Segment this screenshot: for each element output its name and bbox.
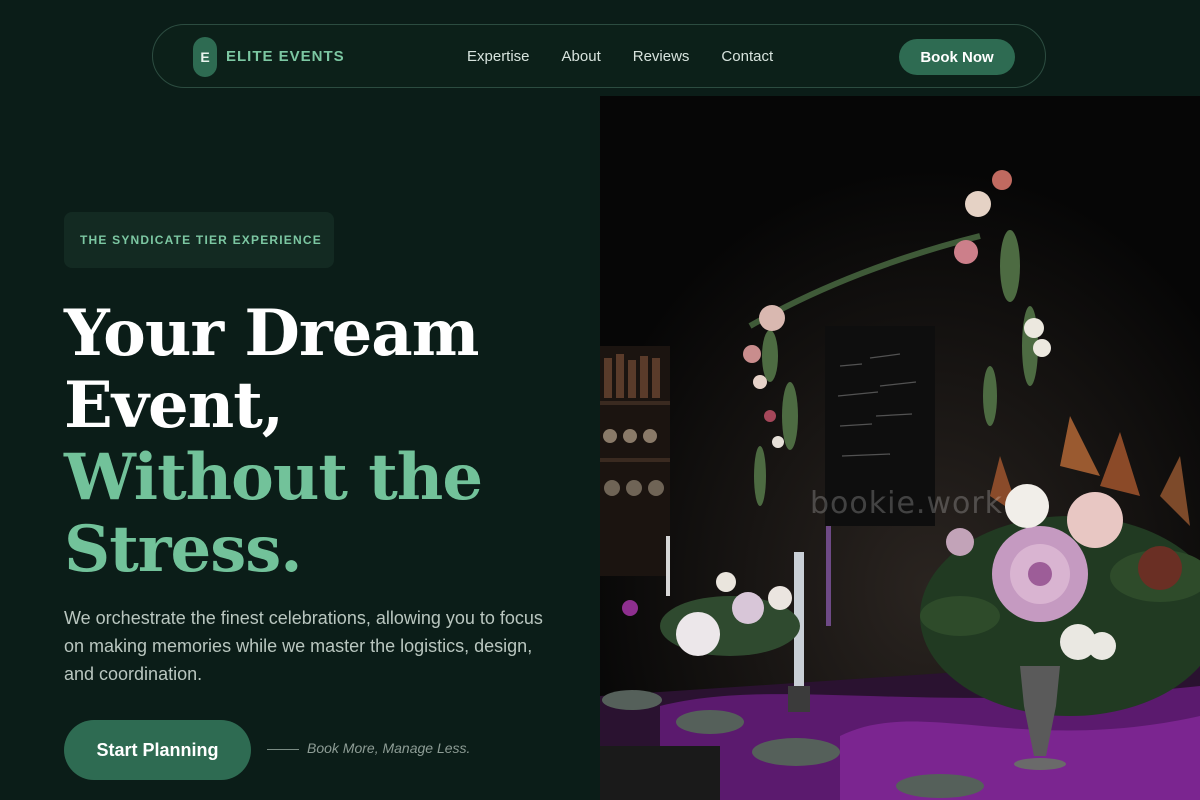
start-planning-button[interactable]: Start Planning bbox=[64, 720, 251, 780]
headline-line-1: Your Dream bbox=[64, 296, 479, 371]
nav-link-expertise[interactable]: Expertise bbox=[467, 48, 530, 65]
top-navigation: E ELITE EVENTS Expertise About Reviews C… bbox=[152, 24, 1046, 88]
nav-link-reviews[interactable]: Reviews bbox=[633, 48, 690, 65]
image-watermark: bookie.work bbox=[810, 486, 1004, 521]
nav-links: Expertise About Reviews Contact bbox=[467, 48, 773, 65]
nav-link-contact[interactable]: Contact bbox=[721, 48, 773, 65]
nav-link-about[interactable]: About bbox=[562, 48, 601, 65]
hero-description: We orchestrate the finest celebrations, … bbox=[64, 608, 543, 684]
hero-tagline: Book More, Manage Less. bbox=[307, 740, 471, 756]
logo-badge[interactable]: E bbox=[193, 37, 217, 77]
headline-line-2: Event, bbox=[64, 368, 284, 443]
hero-headline: Your Dream Event, Without the Stress. bbox=[64, 298, 584, 586]
headline-line-3: Without the bbox=[64, 440, 483, 515]
headline-line-4: Stress. bbox=[64, 512, 303, 587]
tier-badge: THE SYNDICATE TIER EXPERIENCE bbox=[64, 212, 334, 268]
hero-image: bookie.work bbox=[600, 96, 1200, 800]
book-now-button[interactable]: Book Now bbox=[899, 39, 1015, 75]
brand-name[interactable]: ELITE EVENTS bbox=[226, 48, 345, 65]
tagline-divider bbox=[267, 749, 299, 750]
floral-table-illustration bbox=[600, 96, 1200, 800]
